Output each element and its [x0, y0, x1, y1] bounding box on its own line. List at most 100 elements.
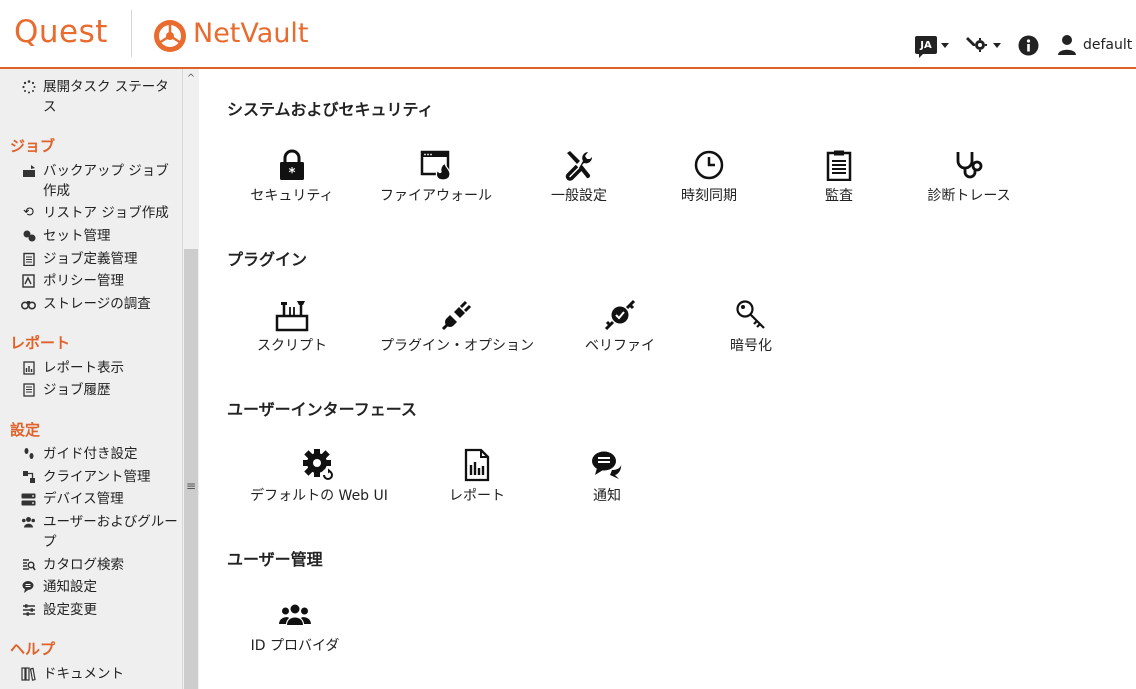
tile-label: ファイアウォール: [380, 188, 492, 204]
sidebar-section-reports: レポート: [10, 334, 71, 352]
sidebar-item-job-history[interactable]: ジョブ履歴: [20, 380, 178, 400]
toolbox-icon: [275, 301, 309, 332]
sidebar-item-clients[interactable]: クライアント管理: [20, 467, 178, 487]
tile-plugin-options[interactable]: プラグイン・オプション: [380, 297, 534, 359]
users-icon: [20, 512, 37, 532]
sidebar-item-policies[interactable]: ポリシー管理: [20, 271, 178, 291]
tile-label: 暗号化: [730, 338, 772, 354]
sliders-icon: [20, 600, 37, 620]
tile-security[interactable]: * セキュリティ: [217, 147, 367, 209]
report-icon: [20, 358, 37, 378]
sidebar-item-backup[interactable]: バックアップ ジョブ作成: [20, 161, 178, 201]
sidebar-item-label: ジョブ履歴: [43, 382, 111, 398]
tile-notifications[interactable]: 通知: [532, 447, 682, 509]
policy-icon: [20, 271, 37, 291]
tools-icon: [565, 151, 593, 181]
sidebar-item-label: セット管理: [43, 228, 111, 244]
tile-label: 通知: [593, 488, 621, 504]
tile-label: 一般設定: [551, 188, 607, 204]
language-menu[interactable]: JA: [915, 33, 949, 58]
tile-encryption[interactable]: 暗号化: [676, 297, 826, 359]
tile-label: スクリプト: [257, 338, 327, 354]
sidebar-item-sets[interactable]: セット管理: [20, 226, 178, 246]
tile-time-sync[interactable]: 時刻同期: [634, 147, 784, 209]
clients-icon: [20, 467, 37, 487]
firewall-icon: [420, 150, 451, 181]
stethoscope-icon: [956, 152, 983, 179]
verify-icon: [604, 299, 636, 331]
sidebar-item-label: カタログ検索: [43, 557, 124, 573]
app-header: Quest NetVault JA default: [0, 0, 1136, 69]
sidebar-section-jobs: ジョブ: [10, 137, 56, 155]
footsteps-icon: [20, 444, 37, 464]
key-icon: [736, 300, 765, 329]
lock-icon: *: [280, 149, 304, 181]
notification-icon: [20, 577, 37, 597]
sidebar-item-deploy-status[interactable]: 展開タスク ステータス: [20, 77, 178, 117]
sidebar-item-explore-storage[interactable]: ストレージの調査: [20, 294, 178, 314]
monitor-icon: ▭: [20, 69, 37, 77]
sidebar-item-label: デバイス管理: [43, 491, 124, 507]
tile-firewall[interactable]: ファイアウォール: [361, 147, 511, 209]
sidebar-item-label: リストア ジョブ作成: [43, 205, 169, 221]
tile-label: ベリファイ: [585, 338, 655, 354]
tile-scripts[interactable]: スクリプト: [217, 297, 367, 359]
info-button[interactable]: [1018, 33, 1039, 57]
sidebar-item-notifications[interactable]: 通知設定: [20, 577, 178, 597]
tile-label: プラグイン・オプション: [380, 338, 534, 354]
gear-refresh-icon: [303, 449, 335, 482]
section-title-user-interface: ユーザーインターフェース: [227, 400, 417, 419]
tile-reports[interactable]: レポート: [402, 447, 552, 509]
sidebar-item-restore[interactable]: ⟲ リストア ジョブ作成: [20, 203, 178, 223]
clipboard-icon: [20, 249, 37, 269]
svg-text:*: *: [289, 166, 296, 181]
section-title-system-security: システムおよびセキュリティ: [227, 100, 434, 119]
sidebar-section-settings: 設定: [10, 421, 41, 439]
scrollbar-thumb[interactable]: [184, 249, 198, 689]
tile-general-settings[interactable]: 一般設定: [504, 147, 654, 209]
tile-identity-provider[interactable]: ID プロバイダ: [220, 597, 370, 659]
tile-label: 時刻同期: [681, 188, 737, 204]
tile-verify[interactable]: ベリファイ: [545, 297, 695, 359]
devices-icon: [20, 489, 37, 509]
backup-icon: [20, 161, 37, 181]
sidebar-item-change-settings[interactable]: 設定変更: [20, 600, 178, 620]
tile-label: レポート: [449, 488, 505, 504]
tile-label: ID プロバイダ: [250, 638, 340, 654]
sidebar-item-label: バックアップ ジョブ作成: [43, 163, 169, 199]
sidebar-item-label: ポリシー管理: [43, 273, 124, 289]
user-menu[interactable]: default: [1057, 33, 1132, 57]
section-title-plugins: プラグイン: [227, 250, 308, 269]
tools-menu[interactable]: [965, 33, 1001, 57]
sidebar-item-label: ドキュメント: [43, 666, 124, 682]
scroll-up-arrow-icon[interactable]: ^: [183, 71, 199, 85]
sidebar-item-label: レポート表示: [43, 360, 124, 376]
sidebar-item-documentation[interactable]: ドキュメント: [20, 664, 178, 684]
sidebar-item-devices[interactable]: デバイス管理: [20, 489, 178, 509]
sidebar-item-partial[interactable]: ▭: [20, 69, 178, 77]
chat-icon: [592, 451, 622, 479]
tile-audit[interactable]: 監査: [764, 147, 914, 209]
tile-label: 診断トレース: [927, 188, 1011, 204]
sidebar-item-guided-config[interactable]: ガイド付き設定: [20, 444, 178, 464]
sidebar-item-label: ジョブ定義管理: [43, 251, 138, 267]
history-icon: [20, 380, 37, 400]
sidebar-item-label: 設定変更: [43, 602, 97, 618]
settings-main-panel: システムおよびセキュリティ * セキュリティ ファイアウォール 一般設定 時刻同…: [199, 69, 1136, 689]
catalog-search-icon: [20, 555, 37, 575]
sidebar-item-users-groups[interactable]: ユーザーおよびグループ: [20, 512, 178, 552]
sidebar-scrollbar[interactable]: ^ ≡: [182, 69, 200, 689]
sidebar-item-catalog-search[interactable]: カタログ検索: [20, 555, 178, 575]
tile-label: セキュリティ: [250, 188, 334, 204]
sidebar-item-job-definitions[interactable]: ジョブ定義管理: [20, 249, 178, 269]
chevron-down-icon: [993, 42, 1001, 48]
sidebar-item-label: ユーザーおよびグループ: [43, 514, 178, 550]
sidebar-section-help: ヘルプ: [10, 640, 56, 658]
books-icon: [20, 664, 37, 684]
tile-default-web-ui[interactable]: デフォルトの Web UI: [244, 447, 394, 509]
wrench-gear-icon: [966, 37, 987, 52]
sidebar-item-label: ストレージの調査: [43, 296, 151, 312]
sidebar-item-view-reports[interactable]: レポート表示: [20, 358, 178, 378]
info-icon: [1018, 35, 1039, 55]
tile-diagnostic-trace[interactable]: 診断トレース: [894, 147, 1044, 209]
